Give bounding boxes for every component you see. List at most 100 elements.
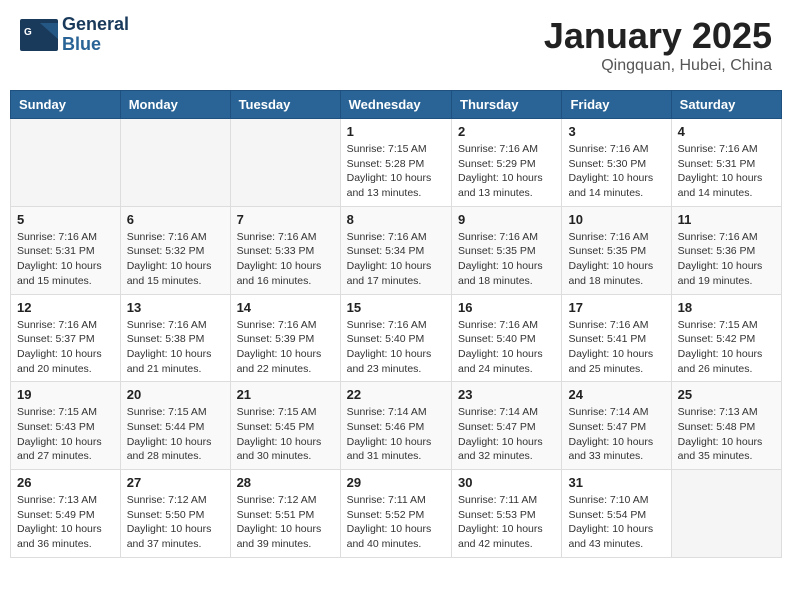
day-cell: 22Sunrise: 7:14 AM Sunset: 5:46 PM Dayli… <box>340 382 451 470</box>
day-cell: 17 Sunrise: 7:16 AM Sunset: 5:41 PM Dayli… <box>562 294 671 382</box>
day-cell: 27 Sunrise: 7:12 AM Sunset: 5:50 PM Dayli… <box>120 470 230 558</box>
day-number: 20 <box>127 387 224 402</box>
day-info: Sunrise: 7:10 AM Sunset: 5:54 PM Dayligh… <box>568 493 664 552</box>
day-number: 3 <box>568 124 664 139</box>
day-number: 15 <box>347 300 445 315</box>
day-info: Sunrise: 7:15 AM Sunset: 5:43 PM Dayligh… <box>17 405 114 464</box>
day-cell: 16 Sunrise: 7:16 AM Sunset: 5:40 PM Dayli… <box>452 294 562 382</box>
weekday-header-sunday: Sunday <box>11 91 121 119</box>
day-number: 18 <box>678 300 775 315</box>
weekday-header-tuesday: Tuesday <box>230 91 340 119</box>
day-number: 31 <box>568 475 664 490</box>
day-cell: 9Sunrise: 7:16 AM Sunset: 5:35 PM Daylig… <box>452 206 562 294</box>
day-cell: 10 Sunrise: 7:16 AM Sunset: 5:35 PM Dayli… <box>562 206 671 294</box>
day-cell: 7 Sunrise: 7:16 AM Sunset: 5:33 PM Daylig… <box>230 206 340 294</box>
week-row-3: 12Sunrise: 7:16 AM Sunset: 5:37 PM Dayli… <box>11 294 782 382</box>
day-info: Sunrise: 7:16 AM Sunset: 5:40 PM Dayligh… <box>458 318 555 377</box>
day-number: 7 <box>237 212 334 227</box>
day-number: 16 <box>458 300 555 315</box>
page-header: G General Blue January 2025 Qingquan, Hu… <box>10 10 782 80</box>
day-cell: 3 Sunrise: 7:16 AM Sunset: 5:30 PM Daylig… <box>562 119 671 207</box>
day-cell: 18 Sunrise: 7:15 AM Sunset: 5:42 PM Dayli… <box>671 294 781 382</box>
day-info: Sunrise: 7:16 AM Sunset: 5:32 PM Dayligh… <box>127 230 224 289</box>
day-cell: 26 Sunrise: 7:13 AM Sunset: 5:49 PM Dayli… <box>11 470 121 558</box>
day-info: Sunrise: 7:16 AM Sunset: 5:34 PM Dayligh… <box>347 230 445 289</box>
day-number: 4 <box>678 124 775 139</box>
day-info: Sunrise: 7:11 AM Sunset: 5:52 PM Dayligh… <box>347 493 445 552</box>
day-cell: 23 Sunrise: 7:14 AM Sunset: 5:47 PM Dayli… <box>452 382 562 470</box>
day-number: 27 <box>127 475 224 490</box>
day-info: Sunrise: 7:11 AM Sunset: 5:53 PM Dayligh… <box>458 493 555 552</box>
day-cell: 19 Sunrise: 7:15 AM Sunset: 5:43 PM Dayli… <box>11 382 121 470</box>
day-info: Sunrise: 7:13 AM Sunset: 5:49 PM Dayligh… <box>17 493 114 552</box>
day-cell: 24 Sunrise: 7:14 AM Sunset: 5:47 PM Dayli… <box>562 382 671 470</box>
day-number: 24 <box>568 387 664 402</box>
day-number: 17 <box>568 300 664 315</box>
day-info: Sunrise: 7:16 AM Sunset: 5:39 PM Dayligh… <box>237 318 334 377</box>
day-number: 30 <box>458 475 555 490</box>
day-info: Sunrise: 7:14 AM Sunset: 5:47 PM Dayligh… <box>458 405 555 464</box>
day-info: Sunrise: 7:16 AM Sunset: 5:35 PM Dayligh… <box>568 230 664 289</box>
day-cell: 12Sunrise: 7:16 AM Sunset: 5:37 PM Dayli… <box>11 294 121 382</box>
day-number: 10 <box>568 212 664 227</box>
day-number: 13 <box>127 300 224 315</box>
week-row-5: 26 Sunrise: 7:13 AM Sunset: 5:49 PM Dayli… <box>11 470 782 558</box>
day-info: Sunrise: 7:16 AM Sunset: 5:36 PM Dayligh… <box>678 230 775 289</box>
day-cell: 11 Sunrise: 7:16 AM Sunset: 5:36 PM Dayli… <box>671 206 781 294</box>
day-info: Sunrise: 7:12 AM Sunset: 5:51 PM Dayligh… <box>237 493 334 552</box>
day-info: Sunrise: 7:16 AM Sunset: 5:31 PM Dayligh… <box>17 230 114 289</box>
weekday-header-friday: Friday <box>562 91 671 119</box>
logo-general: General <box>62 15 129 35</box>
day-cell: 20Sunrise: 7:15 AM Sunset: 5:44 PM Dayli… <box>120 382 230 470</box>
week-row-2: 5Sunrise: 7:16 AM Sunset: 5:31 PM Daylig… <box>11 206 782 294</box>
day-number: 2 <box>458 124 555 139</box>
day-cell <box>120 119 230 207</box>
day-info: Sunrise: 7:16 AM Sunset: 5:31 PM Dayligh… <box>678 142 775 201</box>
day-info: Sunrise: 7:14 AM Sunset: 5:47 PM Dayligh… <box>568 405 664 464</box>
title-section: January 2025 Qingquan, Hubei, China <box>544 15 772 75</box>
week-row-4: 19 Sunrise: 7:15 AM Sunset: 5:43 PM Dayli… <box>11 382 782 470</box>
day-cell <box>671 470 781 558</box>
day-cell: 31 Sunrise: 7:10 AM Sunset: 5:54 PM Dayli… <box>562 470 671 558</box>
day-number: 14 <box>237 300 334 315</box>
day-info: Sunrise: 7:12 AM Sunset: 5:50 PM Dayligh… <box>127 493 224 552</box>
day-cell: 6 Sunrise: 7:16 AM Sunset: 5:32 PM Daylig… <box>120 206 230 294</box>
day-info: Sunrise: 7:15 AM Sunset: 5:45 PM Dayligh… <box>237 405 334 464</box>
day-cell: 13Sunrise: 7:16 AM Sunset: 5:38 PM Dayli… <box>120 294 230 382</box>
day-info: Sunrise: 7:16 AM Sunset: 5:30 PM Dayligh… <box>568 142 664 201</box>
day-number: 19 <box>17 387 114 402</box>
day-cell <box>230 119 340 207</box>
day-number: 1 <box>347 124 445 139</box>
day-info: Sunrise: 7:16 AM Sunset: 5:33 PM Dayligh… <box>237 230 334 289</box>
day-info: Sunrise: 7:16 AM Sunset: 5:37 PM Dayligh… <box>17 318 114 377</box>
day-info: Sunrise: 7:14 AM Sunset: 5:46 PM Dayligh… <box>347 405 445 464</box>
day-cell: 21Sunrise: 7:15 AM Sunset: 5:45 PM Dayli… <box>230 382 340 470</box>
day-info: Sunrise: 7:15 AM Sunset: 5:28 PM Dayligh… <box>347 142 445 201</box>
day-cell: 29 Sunrise: 7:11 AM Sunset: 5:52 PM Dayli… <box>340 470 451 558</box>
day-info: Sunrise: 7:16 AM Sunset: 5:40 PM Dayligh… <box>347 318 445 377</box>
day-cell: 1 Sunrise: 7:15 AM Sunset: 5:28 PM Daylig… <box>340 119 451 207</box>
day-info: Sunrise: 7:16 AM Sunset: 5:41 PM Dayligh… <box>568 318 664 377</box>
logo-blue: Blue <box>62 35 129 55</box>
day-cell: 28 Sunrise: 7:12 AM Sunset: 5:51 PM Dayli… <box>230 470 340 558</box>
month-title: January 2025 <box>544 15 772 57</box>
day-info: Sunrise: 7:13 AM Sunset: 5:48 PM Dayligh… <box>678 405 775 464</box>
weekday-header-row: SundayMondayTuesdayWednesdayThursdayFrid… <box>11 91 782 119</box>
day-cell <box>11 119 121 207</box>
weekday-header-saturday: Saturday <box>671 91 781 119</box>
day-number: 23 <box>458 387 555 402</box>
day-info: Sunrise: 7:15 AM Sunset: 5:42 PM Dayligh… <box>678 318 775 377</box>
day-number: 8 <box>347 212 445 227</box>
calendar: SundayMondayTuesdayWednesdayThursdayFrid… <box>10 90 782 558</box>
day-number: 9 <box>458 212 555 227</box>
logo: G General Blue <box>20 15 129 55</box>
day-number: 6 <box>127 212 224 227</box>
day-number: 29 <box>347 475 445 490</box>
day-number: 11 <box>678 212 775 227</box>
day-cell: 30 Sunrise: 7:11 AM Sunset: 5:53 PM Dayli… <box>452 470 562 558</box>
day-number: 26 <box>17 475 114 490</box>
day-number: 28 <box>237 475 334 490</box>
day-cell: 2 Sunrise: 7:16 AM Sunset: 5:29 PM Daylig… <box>452 119 562 207</box>
day-info: Sunrise: 7:16 AM Sunset: 5:29 PM Dayligh… <box>458 142 555 201</box>
weekday-header-thursday: Thursday <box>452 91 562 119</box>
